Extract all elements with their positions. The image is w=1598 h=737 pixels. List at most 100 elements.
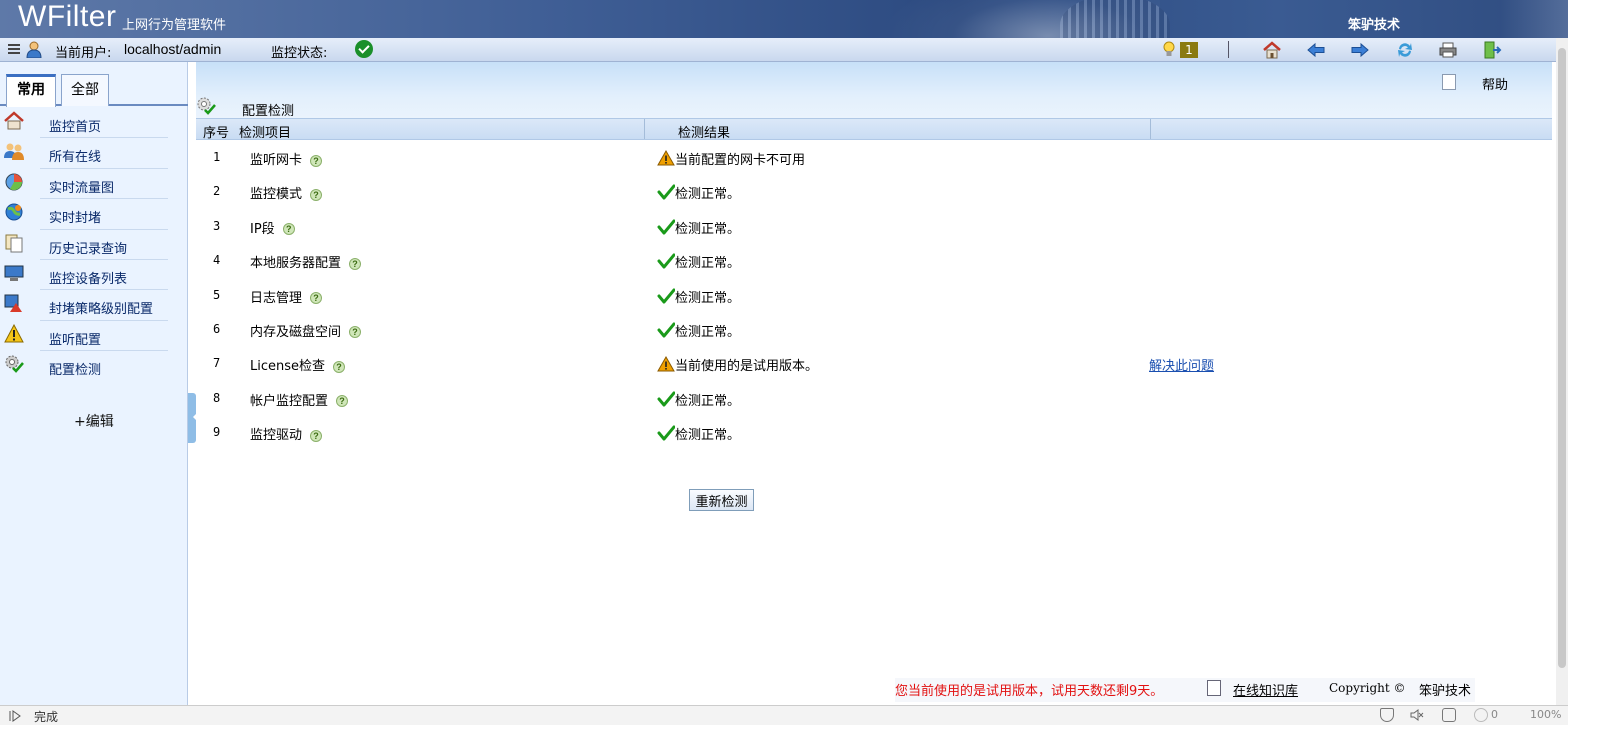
check-item: 日志管理? bbox=[250, 287, 323, 306]
check-item: 帐户监控配置? bbox=[250, 390, 349, 409]
config-check-icon bbox=[197, 97, 216, 115]
check-item: 本地服务器配置? bbox=[250, 252, 362, 272]
ok-checkmark-icon bbox=[657, 424, 676, 442]
row-number: 8 bbox=[213, 390, 221, 405]
sidebar-item-label: 所有在线 bbox=[49, 150, 102, 166]
status-text: 完成 bbox=[34, 710, 59, 724]
vertical-scrollbar[interactable] bbox=[1556, 38, 1568, 705]
top-toolbar: 当前用户: localhost/admin 监控状态: 1 bbox=[0, 38, 1556, 62]
knowledge-base-link[interactable]: 在线知识库 bbox=[1233, 680, 1298, 699]
company-name: 笨驴技术 bbox=[1348, 18, 1401, 33]
shield-icon[interactable] bbox=[1380, 708, 1394, 722]
check-item-label: 监控驱动 bbox=[250, 428, 303, 444]
ok-checkmark-icon bbox=[657, 390, 676, 408]
check-item-label: 内存及磁盘空间 bbox=[250, 324, 342, 340]
sidebar-item-monitor-home[interactable]: 监控首页 bbox=[0, 108, 188, 139]
check-result: 当前使用的是试用版本。 bbox=[675, 359, 819, 375]
help-question-icon[interactable]: ? bbox=[333, 360, 346, 373]
row-number: 3 bbox=[213, 218, 221, 233]
app-banner: WFilter 上网行为管理软件 笨驴技术 bbox=[0, 0, 1598, 38]
sidebar-tabs: 常用 全部 bbox=[0, 70, 188, 107]
sidebar-nav: 监控首页 所有在线 实时流量图 实时封堵 历史记录查询 监控设备列表 封堵策略级… bbox=[0, 108, 188, 382]
check-item-label: 监控模式 bbox=[250, 187, 303, 203]
refresh-icon[interactable] bbox=[1395, 40, 1415, 60]
ok-checkmark-icon bbox=[657, 252, 676, 270]
menu-icon[interactable] bbox=[8, 44, 20, 56]
check-item-label: 监听网卡 bbox=[250, 153, 303, 168]
help-link[interactable]: 帮助 bbox=[1482, 74, 1508, 93]
print-icon[interactable] bbox=[1438, 40, 1458, 60]
page-title: 配置检测 bbox=[242, 104, 295, 119]
sidebar-item-block-policy[interactable]: 封堵策略级别配置 bbox=[0, 290, 188, 321]
row-number: 5 bbox=[213, 287, 221, 302]
help-question-icon[interactable]: ? bbox=[282, 223, 295, 236]
row-number: 2 bbox=[213, 184, 221, 199]
tab-common[interactable]: 常用 bbox=[6, 74, 56, 107]
window-bottom-edge bbox=[0, 725, 1598, 737]
table-row: 2 监控模式? 检测正常。 bbox=[196, 174, 1552, 208]
alert-count-badge[interactable]: 1 bbox=[1180, 42, 1198, 58]
blocked-count: 0 bbox=[1491, 708, 1498, 721]
table-row: 7 License检查? 当前使用的是试用版本。 解决此问题 bbox=[196, 346, 1552, 380]
help-question-icon[interactable]: ? bbox=[310, 154, 323, 167]
check-item-label: 帐户监控配置 bbox=[250, 393, 329, 409]
forward-icon[interactable] bbox=[1350, 40, 1370, 60]
check-item-label: 本地服务器配置 bbox=[250, 256, 342, 272]
check-item-label: IP段 bbox=[250, 221, 275, 237]
scrollbar-thumb[interactable] bbox=[1558, 48, 1566, 668]
ok-checkmark-icon bbox=[657, 321, 676, 339]
logout-icon[interactable] bbox=[1482, 40, 1502, 60]
user-icon bbox=[26, 41, 42, 58]
monitor-status-label: 监控状态: bbox=[271, 46, 328, 61]
sidebar-item-realtime-traffic[interactable]: 实时流量图 bbox=[0, 169, 188, 200]
main-content: 帮助 配置检测 序号 检测项目 检测结果 1 监听网卡? 当前配置的网卡不可用 2 监控… bbox=[196, 62, 1552, 705]
knowledge-base-icon[interactable] bbox=[1207, 680, 1221, 696]
banner-building-graphic bbox=[1060, 0, 1170, 38]
sidebar-item-config-check[interactable]: 配置检测 bbox=[0, 351, 188, 381]
users-icon bbox=[4, 143, 24, 161]
pie-chart-icon bbox=[5, 173, 23, 191]
edit-sidebar-button[interactable]: +编辑 bbox=[74, 411, 114, 431]
lightbulb-icon[interactable] bbox=[1162, 41, 1176, 58]
table-row: 4 本地服务器配置? 检测正常。 bbox=[196, 243, 1552, 277]
home-icon[interactable] bbox=[1262, 40, 1282, 60]
row-number: 7 bbox=[213, 356, 221, 371]
toolbar-divider bbox=[1228, 41, 1229, 58]
help-question-icon[interactable]: ? bbox=[310, 188, 323, 201]
sidebar-item-history[interactable]: 历史记录查询 bbox=[0, 230, 188, 260]
content-header: 帮助 配置检测 bbox=[196, 62, 1552, 119]
help-question-icon[interactable]: ? bbox=[349, 257, 362, 270]
check-result: 检测正常。 bbox=[675, 221, 741, 237]
check-item: 监控驱动? bbox=[250, 424, 323, 444]
row-number: 4 bbox=[213, 253, 221, 268]
block-icon[interactable] bbox=[1474, 708, 1488, 722]
play-icon[interactable] bbox=[8, 709, 22, 723]
mute-icon[interactable] bbox=[1410, 708, 1424, 722]
help-doc-icon[interactable] bbox=[1442, 74, 1456, 90]
help-question-icon[interactable]: ? bbox=[349, 326, 362, 339]
zoom-level[interactable]: 100% bbox=[1530, 708, 1561, 721]
window-edge bbox=[1568, 0, 1598, 737]
help-question-icon[interactable]: ? bbox=[310, 429, 323, 442]
download-icon[interactable] bbox=[1442, 708, 1456, 722]
tab-all[interactable]: 全部 bbox=[61, 74, 109, 106]
sidebar-collapse-handle[interactable] bbox=[188, 393, 197, 443]
sidebar-item-device-list[interactable]: 监控设备列表 bbox=[0, 260, 188, 291]
row-number: 1 bbox=[213, 150, 221, 164]
sidebar-item-label: 监听配置 bbox=[49, 332, 102, 348]
back-icon[interactable] bbox=[1306, 40, 1326, 60]
ok-checkmark-icon bbox=[657, 287, 676, 305]
column-header-item: 检测项目 bbox=[239, 126, 292, 141]
check-result: 检测正常。 bbox=[675, 256, 741, 272]
footer: 您当前使用的是试用版本，试用天数还剩9天。 在线知识库 Copyright © … bbox=[895, 678, 1475, 702]
help-question-icon[interactable]: ? bbox=[310, 292, 323, 305]
recheck-button[interactable]: 重新检测 bbox=[689, 489, 754, 511]
sidebar-item-listen-config[interactable]: 监听配置 bbox=[0, 321, 188, 352]
help-question-icon[interactable]: ? bbox=[336, 395, 349, 408]
history-icon bbox=[5, 234, 23, 253]
check-results-table: 1 监听网卡? 当前配置的网卡不可用 2 监控模式? 检测正常。 3 IP段? 检测正常。 4 本地… bbox=[196, 140, 1552, 450]
sidebar-item-all-online[interactable]: 所有在线 bbox=[0, 138, 188, 169]
sidebar-item-realtime-block[interactable]: 实时封堵 bbox=[0, 199, 188, 230]
sidebar-item-label: 配置检测 bbox=[49, 363, 102, 379]
fix-issue-link[interactable]: 解决此问题 bbox=[1149, 355, 1214, 374]
